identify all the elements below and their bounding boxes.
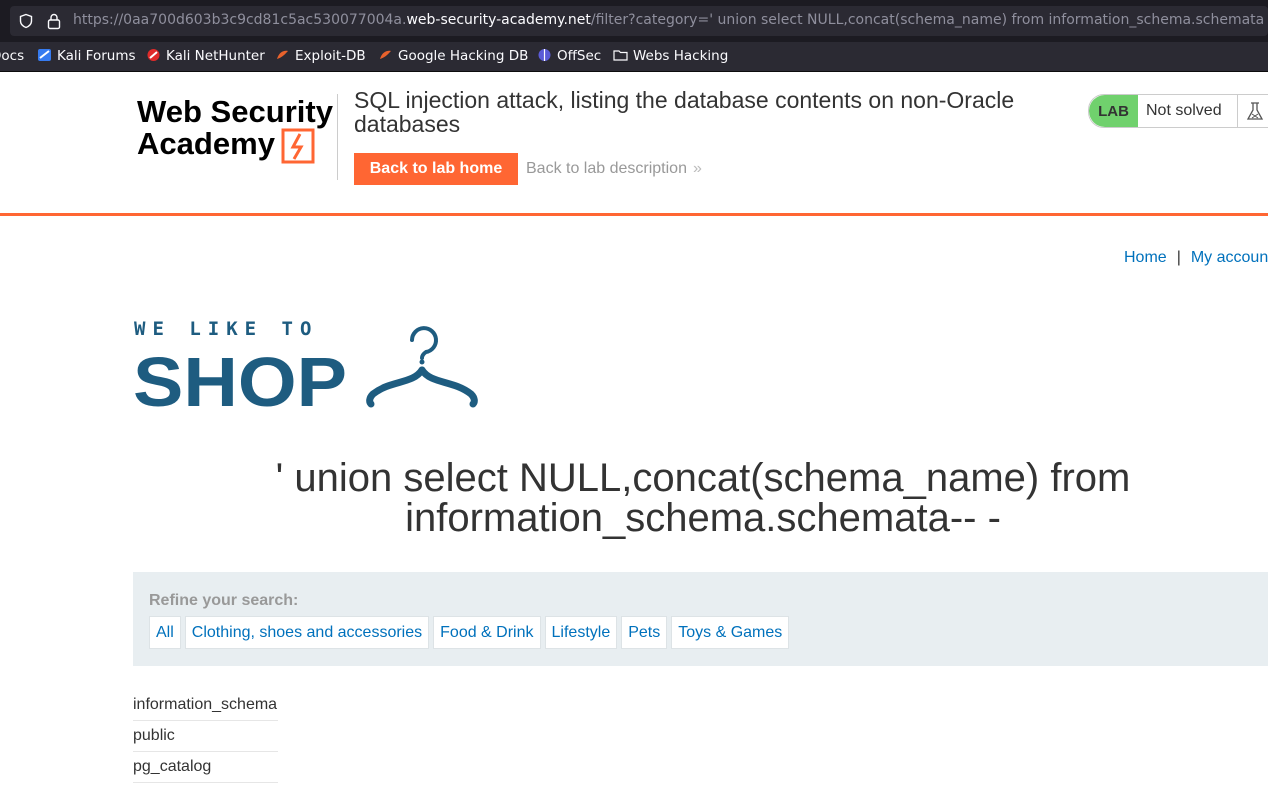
back-to-lab-description-label: Back to lab description <box>526 160 687 177</box>
lab-badge: LAB <box>1089 95 1138 127</box>
filter-lifestyle[interactable]: Lifestyle <box>544 616 618 649</box>
folder-icon <box>613 50 628 61</box>
lock-icon[interactable] <box>46 12 62 30</box>
lab-status-widget: LAB Not solved <box>1088 94 1268 128</box>
top-navigation: Home | My account <box>1124 249 1268 267</box>
filter-toys-games[interactable]: Toys & Games <box>671 616 790 649</box>
lab-title: SQL injection attack, listing the databa… <box>354 87 1015 137</box>
back-to-lab-description-link[interactable]: Back to lab description » <box>526 160 702 178</box>
filter-pets[interactable]: Pets <box>621 616 668 649</box>
kali-forums-icon <box>38 49 51 61</box>
bookmark-google-hacking-db[interactable]: Google Hacking DB <box>378 48 528 64</box>
double-chevron-right-icon: » <box>692 160 702 177</box>
bookmark-webs-hacking[interactable]: Webs Hacking <box>613 48 728 64</box>
kali-nethunter-icon <box>147 49 160 61</box>
bookmark-label: Kali Forums <box>57 48 136 64</box>
tracking-shield-icon[interactable] <box>18 13 34 29</box>
lab-header: Web Security Academy SQL injection attac… <box>0 72 1268 216</box>
category-filters: All Clothing, shoes and accessories Food… <box>149 616 790 649</box>
logo-line2: Academy <box>137 126 276 161</box>
bookmark-kali-nethunter[interactable]: Kali NetHunter <box>146 48 265 64</box>
browser-toolbar: https://0aa700d603b3c9cd81c5ac530077004a… <box>0 0 1268 42</box>
filter-food-drink[interactable]: Food & Drink <box>433 616 541 649</box>
bookmark-label: OffSec <box>557 48 602 64</box>
search-results-heading: ' union select NULL,concat(schema_name) … <box>275 456 1131 540</box>
url-host: web-security-academy.net <box>406 12 591 28</box>
back-to-lab-home-button[interactable]: Back to lab home <box>354 153 518 185</box>
filter-all[interactable]: All <box>149 616 181 649</box>
logo-word: SHOP <box>133 343 347 410</box>
web-security-academy-logo[interactable]: Web Security Academy <box>135 92 335 164</box>
table-row: information_schema <box>133 690 278 721</box>
bookmark-offsec[interactable]: OffSec <box>537 48 601 64</box>
nav-my-account-link[interactable]: My account <box>1191 249 1268 266</box>
lab-status-text: Not solved <box>1146 102 1222 119</box>
url-text[interactable]: https://0aa700d603b3c9cd81c5ac530077004a… <box>73 12 1263 28</box>
results-table: information_schema public pg_catalog <box>133 690 278 783</box>
table-row: pg_catalog <box>133 752 278 783</box>
bookmark-docs[interactable]: Docs <box>0 48 24 64</box>
flask-icon <box>1237 95 1268 127</box>
exploit-db-icon <box>277 50 288 59</box>
url-prefix: https://0aa700d603b3c9cd81c5ac530077004a… <box>73 12 407 28</box>
filter-clothing[interactable]: Clothing, shoes and accessories <box>184 616 430 649</box>
bookmark-label: Exploit-DB <box>295 48 366 64</box>
bookmark-label: Kali NetHunter <box>166 48 265 64</box>
bookmark-label: Docs <box>0 48 25 64</box>
bookmark-exploit-db[interactable]: Exploit-DB <box>275 48 366 64</box>
bookmark-label: Google Hacking DB <box>398 48 529 64</box>
offsec-icon <box>538 49 551 61</box>
ghdb-icon <box>380 50 391 59</box>
bookmarks-bar: Docs Kali Forums Kali NetHunter Exploit-… <box>0 42 1268 72</box>
we-like-to-shop-logo: WE LIKE TO SHOP <box>133 318 478 410</box>
logo-tagline: WE LIKE TO <box>134 318 318 340</box>
refine-search-panel: Refine your search: All Clothing, shoes … <box>133 572 1268 666</box>
logo-divider <box>337 94 338 180</box>
bookmark-kali-forums[interactable]: Kali Forums <box>37 48 136 64</box>
nav-home-link[interactable]: Home <box>1124 249 1167 266</box>
nav-separator: | <box>1176 249 1181 266</box>
url-path: /filter?category=' union select NULL,con… <box>590 12 1263 28</box>
bookmark-label: Webs Hacking <box>633 48 729 64</box>
logo-line1: Web Security <box>137 94 334 129</box>
refine-search-label: Refine your search: <box>149 592 299 609</box>
table-row: public <box>133 721 278 752</box>
url-bar[interactable]: https://0aa700d603b3c9cd81c5ac530077004a… <box>10 6 1268 36</box>
